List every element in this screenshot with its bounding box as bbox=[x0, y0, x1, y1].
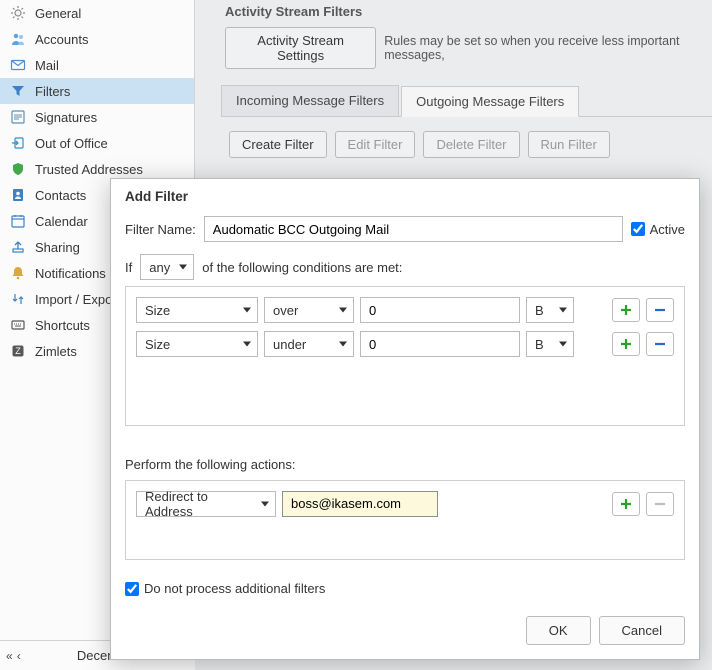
active-checkbox[interactable] bbox=[631, 222, 645, 236]
conditions-box: Size over B Size under B bbox=[125, 286, 685, 426]
add-condition-button[interactable] bbox=[612, 332, 640, 356]
action-row: Redirect to Address bbox=[136, 491, 674, 517]
condition-metric-select[interactable]: Size bbox=[136, 297, 258, 323]
shield-icon bbox=[10, 161, 26, 177]
zimlets-icon: Z bbox=[10, 343, 26, 359]
remove-condition-button[interactable] bbox=[646, 298, 674, 322]
contacts-icon bbox=[10, 187, 26, 203]
filter-icon bbox=[10, 83, 26, 99]
condition-value-input[interactable] bbox=[360, 331, 520, 357]
accounts-icon bbox=[10, 31, 26, 47]
if-label: If bbox=[125, 260, 132, 275]
sharing-icon bbox=[10, 239, 26, 255]
gear-icon bbox=[10, 5, 26, 21]
condition-unit-select[interactable]: B bbox=[526, 331, 574, 357]
filter-name-label: Filter Name: bbox=[125, 222, 196, 237]
match-select-value: any bbox=[149, 260, 170, 275]
sidebar-label: Filters bbox=[35, 84, 184, 99]
condition-unit-select[interactable]: B bbox=[526, 297, 574, 323]
sidebar-label: Accounts bbox=[35, 32, 184, 47]
sidebar-item-accounts[interactable]: Accounts bbox=[0, 26, 194, 52]
ok-button[interactable]: OK bbox=[526, 616, 591, 645]
dialog-title: Add Filter bbox=[111, 179, 699, 212]
action-type-select[interactable]: Redirect to Address bbox=[136, 491, 276, 517]
cancel-button[interactable]: Cancel bbox=[599, 616, 685, 645]
calendar-icon bbox=[10, 213, 26, 229]
condition-op-select[interactable]: over bbox=[264, 297, 354, 323]
import-export-icon bbox=[10, 291, 26, 307]
sidebar-label: Trusted Addresses bbox=[35, 162, 184, 177]
signatures-icon bbox=[10, 109, 26, 125]
condition-op-select[interactable]: under bbox=[264, 331, 354, 357]
activity-text: Rules may be set so when you receive les… bbox=[384, 34, 712, 62]
prev-year-icon[interactable]: « bbox=[6, 649, 13, 663]
sidebar-label: Out of Office bbox=[35, 136, 184, 151]
no-additional-checkbox[interactable] bbox=[125, 582, 139, 596]
activity-stream-settings-button[interactable]: Activity Stream Settings bbox=[225, 27, 376, 69]
remove-condition-button[interactable] bbox=[646, 332, 674, 356]
add-action-button[interactable] bbox=[612, 492, 640, 516]
sidebar-item-filters[interactable]: Filters bbox=[0, 78, 194, 104]
actions-box: Redirect to Address bbox=[125, 480, 685, 560]
add-condition-button[interactable] bbox=[612, 298, 640, 322]
sidebar-label: Signatures bbox=[35, 110, 184, 125]
filter-name-input[interactable] bbox=[204, 216, 623, 242]
tab-outgoing[interactable]: Outgoing Message Filters bbox=[401, 86, 579, 117]
tab-incoming[interactable]: Incoming Message Filters bbox=[221, 85, 399, 116]
prev-month-icon[interactable]: ‹ bbox=[17, 649, 21, 663]
edit-filter-button[interactable]: Edit Filter bbox=[335, 131, 416, 158]
run-filter-button[interactable]: Run Filter bbox=[528, 131, 610, 158]
svg-text:Z: Z bbox=[15, 346, 21, 356]
condition-value-input[interactable] bbox=[360, 297, 520, 323]
sidebar-item-mail[interactable]: Mail bbox=[0, 52, 194, 78]
action-address-input[interactable] bbox=[282, 491, 438, 517]
condition-metric-select[interactable]: Size bbox=[136, 331, 258, 357]
create-filter-button[interactable]: Create Filter bbox=[229, 131, 327, 158]
condition-row: Size over B bbox=[136, 297, 674, 323]
condition-row: Size under B bbox=[136, 331, 674, 357]
conditions-text: of the following conditions are met: bbox=[202, 260, 402, 275]
out-of-office-icon bbox=[10, 135, 26, 151]
no-additional-checkbox-wrap[interactable]: Do not process additional filters bbox=[125, 581, 685, 596]
mail-icon bbox=[10, 57, 26, 73]
keyboard-icon bbox=[10, 317, 26, 333]
sidebar-item-signatures[interactable]: Signatures bbox=[0, 104, 194, 130]
activity-section-title: Activity Stream Filters bbox=[215, 4, 712, 19]
sidebar-item-general[interactable]: General bbox=[0, 0, 194, 26]
perform-actions-label: Perform the following actions: bbox=[125, 457, 685, 472]
bell-icon bbox=[10, 265, 26, 281]
sidebar-label: General bbox=[35, 6, 184, 21]
match-select[interactable]: any bbox=[140, 254, 194, 280]
delete-filter-button[interactable]: Delete Filter bbox=[423, 131, 519, 158]
active-checkbox-wrap[interactable]: Active bbox=[631, 222, 685, 237]
sidebar-label: Mail bbox=[35, 58, 184, 73]
filter-tabs: Incoming Message Filters Outgoing Messag… bbox=[221, 85, 712, 117]
active-checkbox-label: Active bbox=[650, 222, 685, 237]
remove-action-button bbox=[646, 492, 674, 516]
no-additional-label: Do not process additional filters bbox=[144, 581, 325, 596]
sidebar-item-out-of-office[interactable]: Out of Office bbox=[0, 130, 194, 156]
add-filter-dialog: Add Filter Filter Name: Active If any of… bbox=[110, 178, 700, 660]
